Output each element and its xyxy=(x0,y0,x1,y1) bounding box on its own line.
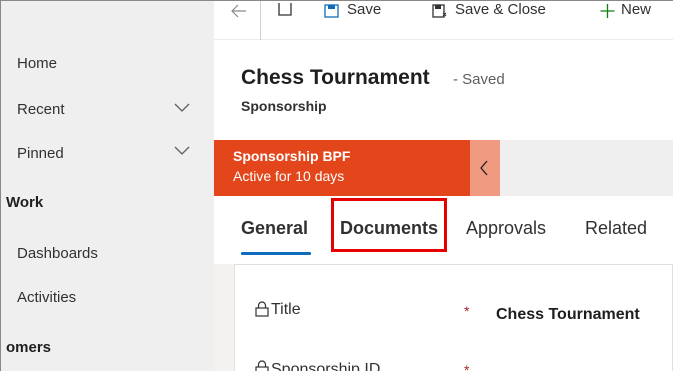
save-status: - Saved xyxy=(453,71,505,88)
documents-tab-highlight xyxy=(331,198,447,252)
back-arrow-icon[interactable] xyxy=(231,4,247,18)
save-and-close-button[interactable]: Save & Close xyxy=(455,1,546,18)
chevron-left-icon xyxy=(480,160,488,176)
sidebar-item-dashboards[interactable]: Dashboards xyxy=(17,245,98,262)
sidebar-item-recent[interactable]: Recent xyxy=(17,101,65,118)
sidebar-item-activities[interactable]: Activities xyxy=(17,289,76,306)
save-close-icon[interactable] xyxy=(432,4,447,18)
bpf-duration: Active for 10 days xyxy=(233,168,345,184)
window-left-border xyxy=(0,0,1,371)
window-top-border xyxy=(0,0,673,1)
new-button[interactable]: New xyxy=(621,1,651,18)
entity-name: Sponsorship xyxy=(241,98,327,114)
tab-related[interactable]: Related xyxy=(585,218,647,239)
save-icon[interactable] xyxy=(324,4,339,18)
title-field-label: Title xyxy=(271,301,301,318)
selected-tab-indicator xyxy=(241,252,311,255)
title-field-value[interactable]: Chess Tournament xyxy=(496,306,640,324)
tab-general[interactable]: General xyxy=(241,218,308,239)
popout-icon[interactable] xyxy=(278,2,292,16)
bpf-collapse-button[interactable] xyxy=(470,140,500,196)
lock-icon xyxy=(255,301,269,317)
tab-approvals[interactable]: Approvals xyxy=(466,218,546,239)
required-indicator: * xyxy=(464,303,470,319)
sidebar: Home Recent Pinned Work Dashboards Activ… xyxy=(0,0,214,371)
lock-icon xyxy=(255,360,269,371)
command-bar: Save Save & Close New xyxy=(214,0,673,40)
sidebar-section-customers: omers xyxy=(6,339,52,356)
command-separator xyxy=(260,0,261,40)
chevron-down-icon[interactable] xyxy=(174,103,190,113)
new-icon[interactable] xyxy=(600,4,615,18)
sidebar-section-work: Work xyxy=(6,194,44,211)
bpf-name: Sponsorship BPF xyxy=(233,148,351,164)
sidebar-item-home[interactable]: Home xyxy=(17,55,57,72)
sidebar-item-pinned[interactable]: Pinned xyxy=(17,145,64,162)
chevron-down-icon[interactable] xyxy=(174,146,190,156)
record-title: Chess Tournament xyxy=(241,66,430,89)
save-button[interactable]: Save xyxy=(347,1,381,18)
sponsorship-id-field-label: Sponsorship ID xyxy=(271,361,381,371)
required-indicator: * xyxy=(464,362,470,371)
